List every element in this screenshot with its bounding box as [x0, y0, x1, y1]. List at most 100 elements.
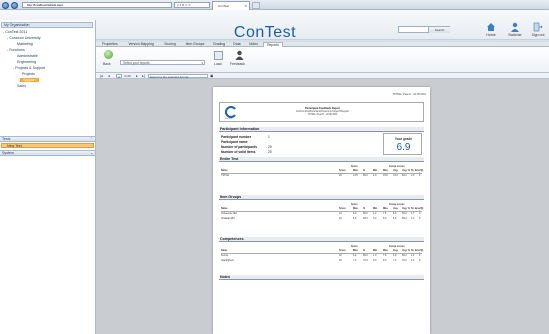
table-cell: 10 — [339, 258, 342, 262]
reports-toolbar: Back Select your reports ▾ Load Feedback — [96, 47, 549, 73]
report-select[interactable]: Select your reports ▾ — [120, 60, 205, 65]
report-header-date: TSTMA / Peal H - 22.08.2011 — [392, 93, 426, 96]
address-bar[interactable]: http://localhost/default.aspx — [22, 2, 172, 8]
table-cell: 69.2 — [402, 254, 407, 257]
previous-page-icon[interactable]: ◂ — [108, 74, 110, 78]
tree-item-sales[interactable]: Sales — [17, 84, 26, 88]
table-cell: 13.8 — [393, 174, 398, 177]
table-cell: 0 — [419, 216, 421, 220]
new-test-item[interactable]: New Test — [1, 143, 94, 148]
browser-toolbar: http://localhost/default.aspx ρ ▾ ⊗ C ✕ … — [0, 0, 549, 10]
table-cell: 3.0 — [373, 258, 377, 262]
back-arrow-icon[interactable] — [2, 1, 9, 9]
table-cell: 10 — [339, 254, 342, 257]
table-cell: TSTMA — [221, 174, 230, 177]
home-action[interactable]: Home — [480, 22, 502, 37]
feedback-icon[interactable] — [235, 50, 244, 60]
table-cell: 69.2 — [402, 212, 407, 215]
last-page-icon[interactable]: ▸| — [142, 74, 145, 78]
first-page-icon[interactable]: |◂ — [100, 74, 103, 78]
table-cell: 69.0 — [363, 216, 368, 220]
item-groups-section-header: Item Groups — [219, 195, 424, 200]
page-number-input[interactable]: 1 — [116, 73, 122, 78]
table-cell: 10 — [339, 216, 342, 220]
tree-item-projects[interactable]: Projects — [22, 72, 35, 76]
tab-title: ConTest — [218, 4, 230, 8]
table-divider — [221, 210, 422, 212]
info-label: Participant name — [221, 140, 248, 144]
table-cell: 10 — [339, 212, 342, 215]
table-cell: 6.9 — [393, 216, 397, 220]
close-tab-icon[interactable]: ✕ — [244, 2, 247, 10]
collapse-icon[interactable]: ⌃ — [90, 137, 93, 143]
info-value: 1 — [268, 135, 270, 139]
grade-box: Your grade 6.9 — [383, 133, 422, 155]
load-label[interactable]: Load — [214, 62, 222, 66]
info-label: Participant number — [221, 135, 252, 139]
table-cell: 2.3 — [411, 174, 415, 177]
tree-item-administratie[interactable]: Administratie — [17, 54, 38, 58]
back-icon[interactable] — [104, 50, 113, 59]
report-title-box: ConTest Participant Feedback Report ConT… — [219, 102, 424, 122]
tree-item-support[interactable]: Support — [20, 78, 39, 82]
organization-header[interactable]: My Organisation — [1, 22, 93, 28]
export-format-select[interactable]: Export to the selected format — [148, 73, 208, 78]
group-scores-label: Group scores — [389, 165, 405, 168]
report-title: Participant Feedback Report — [304, 107, 341, 110]
sign-out-action[interactable]: Sign out — [527, 22, 549, 37]
table-divider — [221, 252, 422, 254]
report-subtitle-test: TSTMA / Peal H - 22.08.2011 — [307, 114, 338, 116]
new-tab-button[interactable] — [252, 2, 260, 9]
table-cell: 15.8 — [383, 174, 388, 177]
address-controls[interactable]: ρ ▾ ⊗ C ✕ — [174, 2, 210, 8]
notes-section-header: Notes — [219, 275, 424, 280]
group-scores-label: Group scores — [389, 245, 405, 248]
table-cell: 0 — [419, 212, 421, 215]
switcher-action[interactable]: Switcher — [504, 22, 526, 37]
table-cell: 6.9 — [393, 254, 397, 257]
info-value: 20 — [268, 150, 272, 154]
competences-section-header: Competences — [219, 237, 424, 242]
system-panel-header[interactable]: System ⌄ — [0, 150, 95, 156]
grade-label: Your grade — [394, 137, 413, 141]
tree-item-functions[interactable]: - Functions — [7, 48, 25, 52]
table-cell: 1.2 — [411, 254, 415, 257]
tree-item-projects-support[interactable]: - Projects & Support — [13, 66, 45, 70]
print-icon[interactable]: ▣ — [210, 74, 213, 78]
tree-item-contest-2011[interactable]: - ConTest 2011 — [3, 30, 27, 34]
next-page-icon[interactable]: ▸ — [136, 74, 138, 78]
user-switch-icon — [511, 22, 519, 32]
table-cell: 69.0 — [402, 174, 407, 177]
table-cell: 4.0 — [373, 174, 377, 177]
load-icon[interactable] — [214, 51, 223, 60]
table-cell: 69.0 — [363, 174, 368, 177]
browser-tab[interactable]: ConTest ✕ — [212, 1, 250, 10]
table-cell: 6.9 — [353, 212, 357, 215]
report-subtitle-path: ConTest 2011/Functions/Projects & Suppor… — [295, 111, 350, 113]
score-group-label: Score — [351, 203, 358, 206]
table-cell: 6.9 — [353, 254, 357, 257]
table-cell: 0 — [419, 254, 421, 257]
table-cell: 69.2 — [402, 216, 407, 220]
grade-value: 6.9 — [396, 142, 411, 153]
tests-panel-header[interactable]: Tests ⌃ — [0, 136, 95, 142]
tree-item-engineering[interactable]: Engineering — [17, 60, 36, 64]
expand-icon[interactable]: ⌄ — [90, 151, 93, 157]
entire-test-section-header: Entire Test — [219, 157, 424, 162]
tree-item-marketing[interactable]: Marketing — [17, 42, 33, 46]
table-cell: 9.0 — [383, 258, 387, 262]
table-cell: 1.7 — [411, 212, 415, 215]
search-button[interactable]: Search — [428, 26, 450, 33]
tree-item-constron-university[interactable]: - Constron University — [7, 36, 41, 40]
feedback-label[interactable]: Feedback — [230, 62, 245, 66]
back-label[interactable]: Back — [103, 62, 111, 66]
info-value: 20 — [268, 145, 272, 149]
table-divider — [221, 172, 422, 174]
table-cell: 3.0 — [373, 216, 377, 220]
chevron-down-icon: ▾ — [201, 61, 203, 65]
participant-section-header: Participant information — [219, 127, 424, 132]
navigation-panel: My Organisation - ConTest 2011 - Constro… — [0, 20, 96, 334]
table-cell: 69.0 — [363, 254, 368, 257]
forward-arrow-icon[interactable] — [11, 1, 18, 9]
table-cell: 6.9 — [393, 212, 397, 215]
